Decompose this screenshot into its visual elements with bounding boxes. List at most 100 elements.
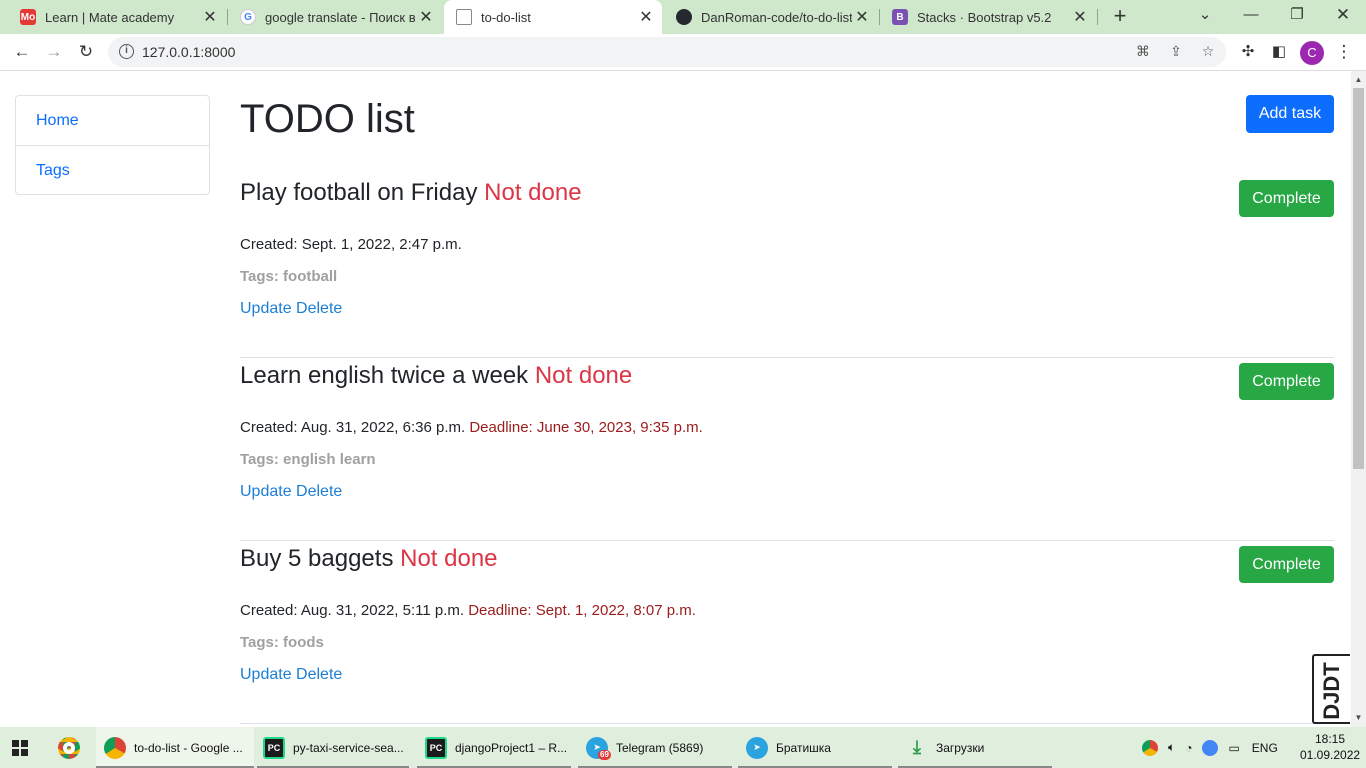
clock[interactable]: 18:15 01.09.2022 xyxy=(1300,731,1360,763)
start-button[interactable] xyxy=(12,727,40,768)
translate-icon[interactable]: ⌘ xyxy=(1134,43,1152,61)
scroll-down-arrow-icon[interactable]: ▼ xyxy=(1351,711,1366,725)
task-dates: Created: Sept. 1, 2022, 2:47 p.m. xyxy=(240,236,462,253)
url-text[interactable]: 127.0.0.1:8000 xyxy=(142,44,235,60)
created-date: Created: Aug. 31, 2022, 5:11 p.m. xyxy=(240,602,465,619)
update-link[interactable]: Update xyxy=(240,666,292,683)
taskbar-item-label: to-do-list - Google ... xyxy=(134,740,243,755)
delete-link[interactable]: Delete xyxy=(296,666,342,683)
chrome-icon xyxy=(58,736,80,759)
django-debug-toolbar-handle[interactable]: DJDT xyxy=(1312,654,1350,724)
task-title: Learn english twice a week xyxy=(240,362,529,389)
tab-title: google translate - Поиск в Google xyxy=(265,9,416,25)
delete-link[interactable]: Delete xyxy=(296,300,342,317)
extensions-icon[interactable]: ✣ xyxy=(1235,39,1261,65)
windows-taskbar: to-do-list - Google ... PC py-taxi-servi… xyxy=(0,727,1366,768)
tab-title: to-do-list xyxy=(481,9,531,25)
taskbar-item-pycharm-2[interactable]: PC djangoProject1 – R... xyxy=(417,727,571,768)
scroll-up-arrow-icon[interactable]: ▲ xyxy=(1351,73,1366,87)
battery-icon[interactable]: ▭ xyxy=(1228,741,1239,755)
network-icon[interactable]: ◔ xyxy=(1185,741,1192,755)
task-actions: Update Delete xyxy=(240,483,342,501)
scrollbar-thumb[interactable] xyxy=(1353,88,1364,469)
reload-button[interactable]: ↻ xyxy=(73,39,99,65)
taskbar-item-bratishka[interactable]: ➤ Братишка xyxy=(738,727,892,768)
tab-google-translate[interactable]: G google translate - Поиск в Google ✕ xyxy=(228,0,442,34)
taskbar-item-telegram[interactable]: ➤ 69 Telegram (5869) xyxy=(578,727,732,768)
telegram-icon: ➤ 69 xyxy=(586,736,611,760)
update-link[interactable]: Update xyxy=(240,483,292,500)
forward-button[interactable]: → xyxy=(41,39,67,65)
taskbar-item-label: Братишка xyxy=(776,740,831,755)
chrome-tray-icon[interactable] xyxy=(1142,739,1158,756)
page-content: Home Tags TODO list Add task Play footba… xyxy=(0,71,1351,727)
task-tags: Tags: english learn xyxy=(240,451,376,468)
status-badge: Not done xyxy=(484,179,582,206)
task-actions: Update Delete xyxy=(240,300,342,318)
task-dates: Created: Aug. 31, 2022, 5:11 p.m. Deadli… xyxy=(240,602,696,619)
close-icon[interactable]: ✕ xyxy=(1070,7,1090,27)
bookmark-star-icon[interactable]: ☆ xyxy=(1199,43,1217,61)
task-tags: Tags: foods xyxy=(240,634,324,651)
close-window-button[interactable]: ✕ xyxy=(1328,4,1358,28)
sidebar-item-home[interactable]: Home xyxy=(16,96,209,145)
side-panel-icon[interactable]: ◧ xyxy=(1266,39,1292,65)
complete-button[interactable]: Complete xyxy=(1239,363,1334,400)
close-icon[interactable]: ✕ xyxy=(852,7,872,27)
taskbar-item-pycharm-1[interactable]: PC py-taxi-service-sea... xyxy=(257,727,409,768)
volume-icon[interactable]: 🔈︎ xyxy=(1168,740,1175,755)
avatar[interactable]: C xyxy=(1300,41,1324,65)
page-title: TODO list xyxy=(240,97,415,141)
tab-title: Stacks · Bootstrap v5.2 xyxy=(917,9,1052,25)
complete-button[interactable]: Complete xyxy=(1239,546,1334,583)
restore-button[interactable]: ❐ xyxy=(1282,4,1312,28)
chrome-icon xyxy=(104,736,126,759)
tab-to-do-list[interactable]: to-do-list ✕ xyxy=(444,0,662,34)
complete-button[interactable]: Complete xyxy=(1239,180,1334,217)
share-icon[interactable]: ⇪ xyxy=(1167,43,1185,61)
menu-icon[interactable]: ⋮ xyxy=(1331,39,1357,65)
taskbar-item-downloads[interactable]: ⤓ Загрузки xyxy=(898,727,1052,768)
page-scrollbar[interactable]: ▲ ▼ xyxy=(1351,71,1366,727)
task-title-line: Play football on Friday Not done xyxy=(240,179,582,207)
task-title-line: Buy 5 baggets Not done xyxy=(240,545,498,573)
github-icon xyxy=(676,9,692,25)
new-tab-button[interactable]: + xyxy=(1108,4,1132,30)
sidebar-item-tags[interactable]: Tags xyxy=(16,145,209,194)
page-icon xyxy=(456,9,472,25)
minimize-button[interactable]: — xyxy=(1236,4,1266,28)
taskbar-item-chrome[interactable]: to-do-list - Google ... xyxy=(96,727,254,768)
chrome-notification-icon[interactable] xyxy=(1202,739,1219,756)
google-icon: G xyxy=(240,9,256,25)
close-icon[interactable]: ✕ xyxy=(416,7,436,27)
taskbar-item-label: py-taxi-service-sea... xyxy=(293,740,404,755)
delete-link[interactable]: Delete xyxy=(296,483,342,500)
status-badge: Not done xyxy=(400,545,498,572)
clock-time: 18:15 xyxy=(1314,732,1346,746)
back-button[interactable]: ← xyxy=(9,39,35,65)
site-info-icon[interactable]: i xyxy=(119,44,134,59)
chrome-pinned[interactable] xyxy=(58,727,82,768)
tab-separator xyxy=(1097,9,1098,25)
task-item: Buy 5 baggets Not done Complete Created:… xyxy=(240,541,1334,724)
close-icon[interactable]: ✕ xyxy=(636,7,656,27)
tab-search-icon[interactable]: ⌄ xyxy=(1190,4,1220,28)
pycharm-icon: PC xyxy=(263,736,285,759)
close-icon[interactable]: ✕ xyxy=(200,7,220,27)
pycharm-icon: PC xyxy=(425,736,447,759)
tab-mate-academy[interactable]: Mo Learn | Mate academy ✕ xyxy=(8,0,226,34)
deadline-date: Deadline: Sept. 1, 2022, 8:07 p.m. xyxy=(468,602,696,619)
tab-bootstrap[interactable]: B Stacks · Bootstrap v5.2 ✕ xyxy=(880,0,1096,34)
address-bar[interactable]: i 127.0.0.1:8000 ⌘ ⇪ ☆ xyxy=(108,37,1226,67)
created-date: Created: Sept. 1, 2022, 2:47 p.m. xyxy=(240,236,462,253)
task-actions: Update Delete xyxy=(240,666,342,684)
windows-logo-icon xyxy=(12,739,28,756)
add-task-button[interactable]: Add task xyxy=(1246,95,1334,133)
status-badge: Not done xyxy=(534,362,633,389)
language-indicator[interactable]: ENG xyxy=(1252,741,1278,755)
update-link[interactable]: Update xyxy=(240,300,292,317)
task-item: Learn english twice a week Not done Comp… xyxy=(240,358,1334,541)
created-date: Created: Aug. 31, 2022, 6:36 p.m. xyxy=(240,419,466,436)
task-title: Buy 5 baggets xyxy=(240,545,394,572)
tab-github[interactable]: DanRoman-code/to-do-list: Management ✕ xyxy=(664,0,878,34)
